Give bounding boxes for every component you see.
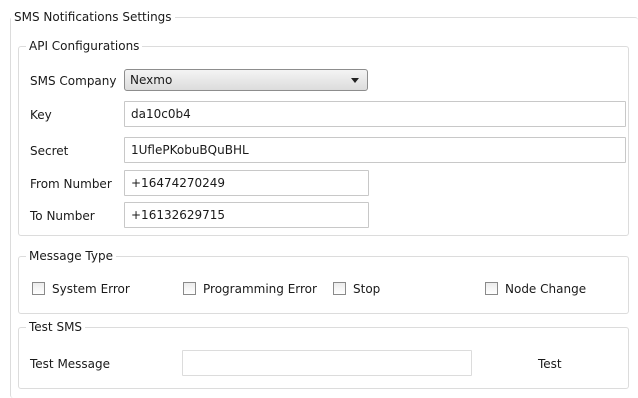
to-number-label: To Number [30, 209, 95, 223]
checkbox-programming-error-box[interactable] [183, 282, 196, 295]
secret-input[interactable]: 1UflePKobuBQuBHL [124, 137, 626, 163]
checkbox-stop-label: Stop [353, 282, 381, 296]
from-number-label: From Number [30, 177, 112, 191]
sms-company-select[interactable]: Nexmo [124, 69, 368, 91]
from-number-input[interactable]: +16474270249 [124, 170, 369, 196]
api-config-title: API Configurations [26, 39, 143, 53]
test-message-input[interactable] [182, 350, 472, 376]
checkbox-stop-box[interactable] [333, 282, 346, 295]
message-type-title: Message Type [26, 249, 116, 263]
key-input[interactable]: da10c0b4 [124, 101, 626, 127]
chevron-down-icon [351, 78, 359, 83]
test-button[interactable]: Test [538, 357, 562, 371]
to-number-input[interactable]: +16132629715 [124, 202, 369, 228]
test-message-label: Test Message [30, 357, 111, 371]
checkbox-system-error-box[interactable] [32, 282, 45, 295]
test-sms-title: Test SMS [26, 320, 86, 334]
checkbox-system-error-label: System Error [52, 282, 130, 296]
checkbox-node-change-box[interactable] [485, 282, 498, 295]
sms-company-value: Nexmo [130, 73, 173, 87]
secret-label: Secret [30, 144, 69, 158]
checkbox-node-change-label: Node Change [505, 282, 587, 296]
key-label: Key [30, 108, 52, 122]
sms-company-label: SMS Company [30, 74, 117, 88]
checkbox-programming-error-label: Programming Error [203, 282, 317, 296]
sms-settings-title: SMS Notifications Settings [11, 10, 175, 24]
